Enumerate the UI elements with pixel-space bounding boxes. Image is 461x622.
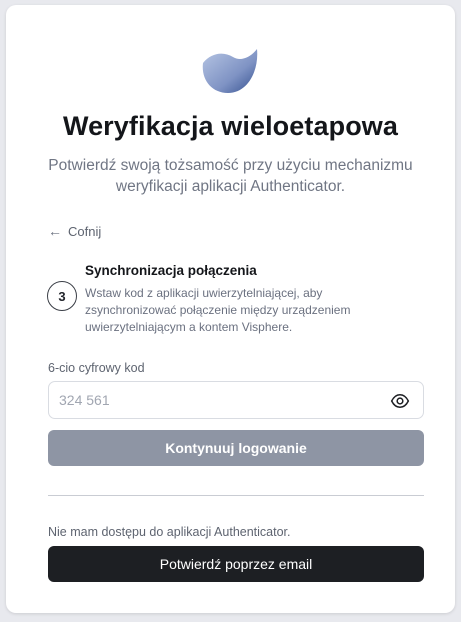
step-description: Wstaw kod z aplikacji uwierzytelniającej…	[85, 286, 351, 334]
back-link-label: Cofnij	[68, 223, 102, 239]
confirm-via-email-button[interactable]: Potwierdź poprzez email	[48, 546, 424, 582]
continue-login-button[interactable]: Kontynuuj logowanie	[48, 430, 424, 466]
eye-icon[interactable]	[390, 391, 410, 411]
code-field-label: 6-cio cyfrowy kod	[48, 361, 145, 375]
code-field-wrapper	[48, 381, 424, 419]
code-input[interactable]	[49, 392, 369, 408]
divider	[48, 495, 424, 496]
no-access-text: Nie mam dostępu do aplikacji Authenticat…	[48, 525, 291, 539]
page-title: Weryfikacja wieloetapowa	[62, 111, 399, 141]
logo-icon	[202, 49, 258, 93]
step-title: Synchronizacja połączenia	[85, 263, 257, 278]
step-number-badge: 3	[47, 281, 77, 311]
back-link[interactable]: ← Cofnij	[48, 223, 101, 239]
page-subtitle: Potwierdź swoją tożsamość przy użyciu me…	[48, 157, 413, 195]
verification-card: Weryfikacja wieloetapowa Potwierdź swoją…	[6, 5, 455, 613]
arrow-left-icon: ←	[48, 223, 62, 239]
step-number: 3	[58, 288, 66, 304]
